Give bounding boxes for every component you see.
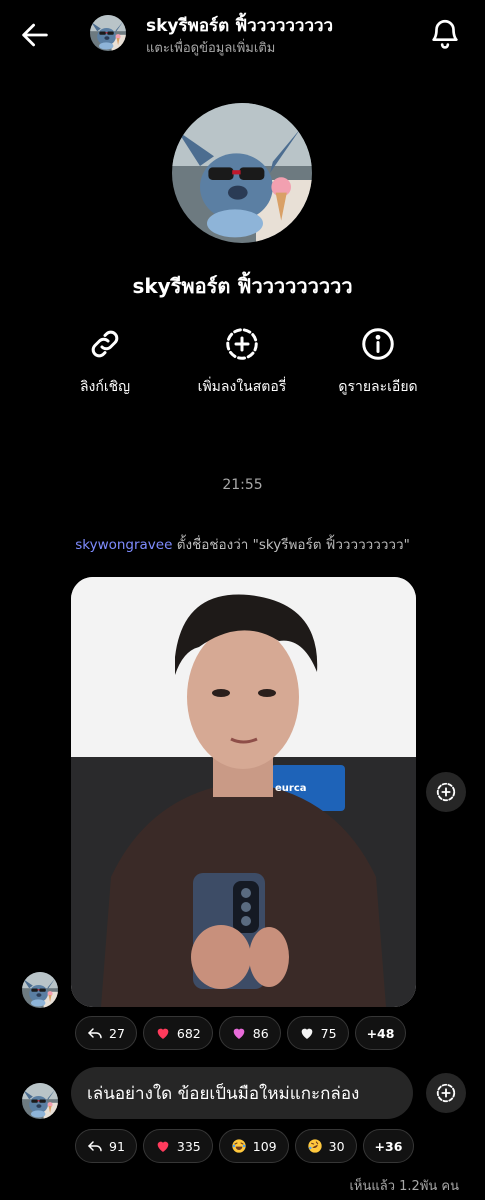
stitch-avatar-image [22,972,58,1008]
reaction-pill[interactable]: 86 [218,1016,281,1050]
invite-link-label: ลิงก์เชิญ [79,379,131,395]
reply-count-pill[interactable]: 91 [75,1129,137,1163]
invite-link-action[interactable]: ลิงก์เชิญ [35,326,175,398]
red-heart-icon [157,1141,169,1152]
add-story-icon [436,782,456,802]
message-bubble[interactable]: เล่นอย่างใด ข้อยเป็นมือใหม่แกะกล่อง [71,1067,413,1119]
more-reactions-pill[interactable]: +36 [362,1129,415,1163]
white-heart-icon [301,1028,313,1039]
view-details-label: ดูรายละเอียด [338,379,418,395]
message2-reactions: 91 335 109 30 +36 [75,1129,415,1163]
reply-count: 27 [109,1025,125,1041]
reaction-pill[interactable]: 682 [142,1016,213,1050]
reaction-pill[interactable]: 335 [142,1129,213,1163]
system-message: skywongravee ตั้งชื่อช่องว่า "skyรีพอร์ต… [0,533,485,555]
more-reactions-count: +48 [366,1025,395,1041]
bell-icon[interactable] [428,17,462,51]
channel-avatar[interactable] [90,15,126,51]
rofl-emoji-icon [307,1139,322,1153]
reaction-pill[interactable]: 30 [294,1129,357,1163]
reaction-count: 682 [176,1025,201,1041]
more-reactions-count: +36 [374,1138,403,1154]
sender-avatar[interactable] [22,1083,58,1119]
link-icon [91,330,119,358]
info-icon [362,328,394,360]
stitch-avatar-image [90,15,126,51]
profile-avatar[interactable] [172,103,312,243]
reaction-pill[interactable]: 75 [286,1016,349,1050]
seen-by-count: เห็นแล้ว 1.2พัน คน [349,1179,459,1194]
reaction-count: 75 [320,1025,337,1041]
stitch-profile-image [172,103,312,243]
pink-heart-icon [233,1028,245,1039]
joy-emoji-icon [232,1139,246,1153]
stitch-avatar-image [22,1083,58,1119]
reaction-pill[interactable]: 109 [218,1129,289,1163]
reaction-count: 30 [328,1138,345,1154]
message-photo[interactable]: eurca [71,577,416,1007]
red-heart-icon [157,1028,169,1039]
reply-icon [88,1028,102,1039]
message-timestamp: 21:55 [222,477,263,493]
share-photo-button[interactable] [426,772,466,812]
reply-count-pill[interactable]: 27 [75,1016,137,1050]
more-reactions-pill[interactable]: +48 [354,1016,407,1050]
reply-count: 91 [109,1138,125,1154]
reaction-count: 109 [252,1138,277,1154]
message-text: เล่นอย่างใด ข้อยเป็นมือใหม่แกะกล่อง [87,1083,360,1104]
add-to-story-label: เพิ่มลงในสตอรี่ [197,379,287,395]
add-story-icon [436,1083,456,1103]
view-details-action[interactable]: ดูรายละเอียด [308,326,448,398]
system-message-user[interactable]: skywongravee [75,537,172,553]
channel-subtitle[interactable]: แตะเพื่อดูข้อมูลเพิ่มเติม [146,37,275,58]
photo-badge-text: eurca [275,783,307,794]
share-message-button[interactable] [426,1073,466,1113]
system-message-text: ตั้งชื่อช่องว่า "skyรีพอร์ต ฟิ้ววววววววว… [172,537,410,553]
arrow-left-icon[interactable] [18,18,52,52]
channel-title[interactable]: skyรีพอร์ต ฟิ้ววววววววว [146,12,333,39]
profile-name: skyรีพอร์ต ฟิ้ววววววววว [132,274,353,298]
reaction-count: 335 [176,1138,201,1154]
add-story-icon [226,328,258,360]
reaction-count: 86 [252,1025,269,1041]
chat-header: skyรีพอร์ต ฟิ้ววววววววว แตะเพื่อดูข้อมูล… [0,0,485,68]
selfie-photo [71,577,416,1007]
message1-reactions: 27 682 86 75 +48 [75,1016,407,1050]
add-to-story-action[interactable]: เพิ่มลงในสตอรี่ [172,326,312,398]
reply-icon [88,1141,102,1152]
sender-avatar[interactable] [22,972,58,1008]
